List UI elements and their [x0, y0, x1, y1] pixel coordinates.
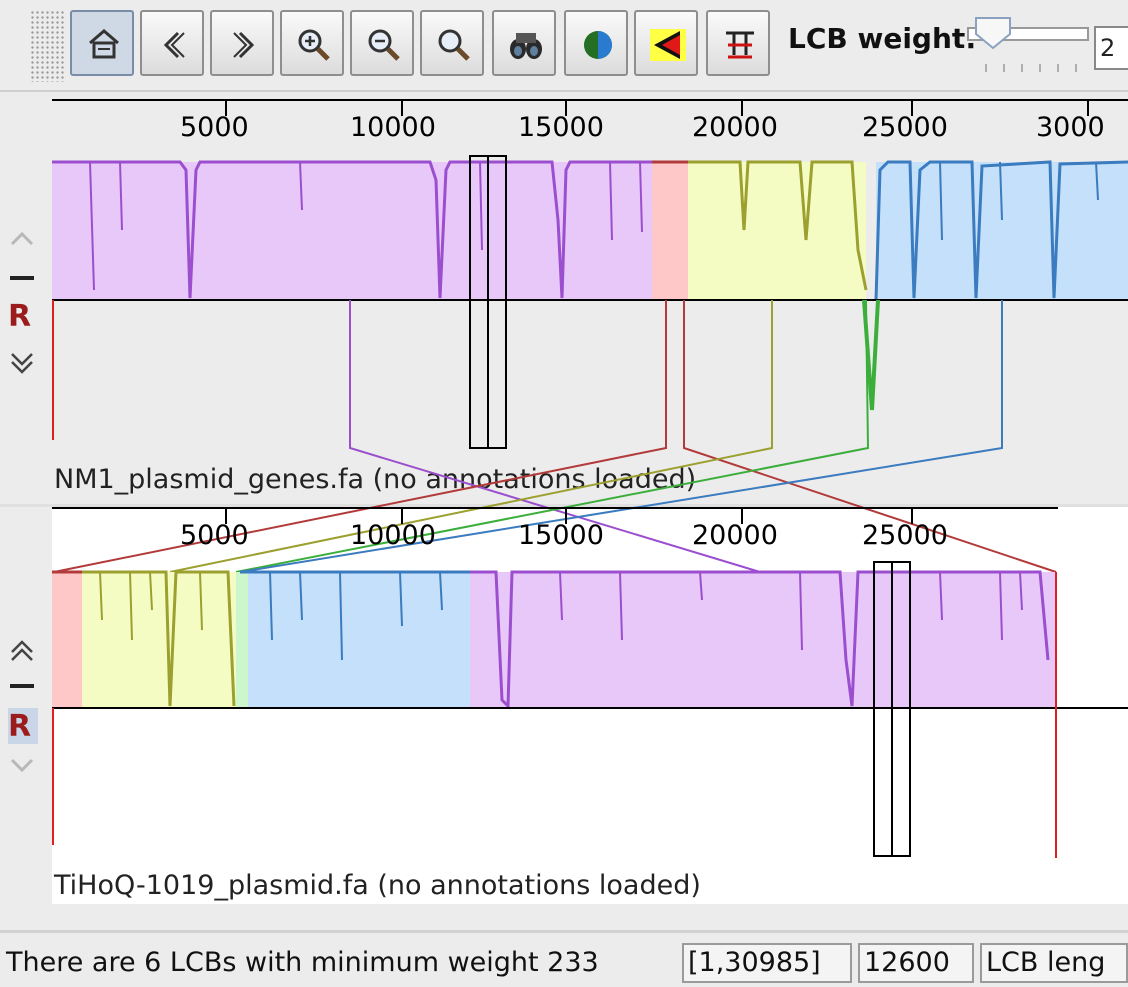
forward-button[interactable]	[210, 10, 274, 76]
genome2-tick-label: 25000	[862, 520, 948, 551]
genome2-tick-label: 10000	[350, 520, 436, 551]
chevron-up-icon[interactable]	[11, 640, 33, 661]
genome2-tick-label: 20000	[692, 520, 778, 551]
home-icon	[89, 29, 119, 59]
status-message: There are 6 LCBs with minimum weight 233	[6, 947, 599, 978]
lcb-length-field: LCB leng	[980, 943, 1128, 983]
zoom-in-button[interactable]	[280, 10, 344, 76]
lcb-weight-spinner[interactable]: 2	[1094, 26, 1128, 70]
lcb-block-purple[interactable]	[470, 572, 1056, 708]
hide-lcb-icon	[726, 31, 754, 59]
lcb-block-olive[interactable]	[688, 162, 866, 300]
chevron-down-icon[interactable]	[10, 758, 34, 773]
genome1-tick-label: 3000	[1036, 112, 1105, 143]
genome1-tick-label: 10000	[350, 112, 436, 143]
color-scheme-icon	[584, 31, 612, 59]
hide-lcb-button[interactable]	[706, 10, 770, 76]
genome1-tick-label: 25000	[862, 112, 948, 143]
lcb-weight-slider[interactable]	[966, 12, 1092, 82]
reference-marker[interactable]: R	[8, 299, 31, 334]
slider-thumb[interactable]	[975, 17, 1011, 50]
genome1-name-label: NM1_plasmid_genes.fa (no annotations loa…	[54, 464, 696, 495]
zoom-icon	[438, 29, 470, 61]
home-button[interactable]	[70, 10, 134, 76]
zoom-out-button[interactable]	[350, 10, 414, 76]
reference-marker[interactable]: R	[8, 709, 31, 744]
lcb-weight-label: LCB weight:	[788, 22, 977, 55]
genome1-tick-label: 5000	[180, 112, 249, 143]
back-button[interactable]	[140, 10, 204, 76]
status-bar: There are 6 LCBs with minimum weight 233…	[0, 930, 1128, 987]
genome2-name-label: TiHoQ-1019_plasmid.fa (no annotations lo…	[53, 870, 701, 901]
back-icon	[163, 31, 185, 59]
range-field: [1,30985]	[682, 943, 852, 983]
genome1-tick-label: 15000	[518, 112, 604, 143]
lcb-block-red[interactable]	[652, 162, 688, 300]
lcb-block-red[interactable]	[52, 572, 82, 708]
genome1-tick-label: 20000	[692, 112, 778, 143]
lcb-block-olive[interactable]	[82, 572, 236, 708]
forward-icon	[233, 31, 255, 59]
toolbar-grip[interactable]	[30, 10, 64, 82]
alignment-view: 5000 10000 15000 20000 25000 3000 NM1_pl…	[0, 92, 1128, 904]
zoom-in-icon	[298, 29, 330, 61]
zoom-button[interactable]	[420, 10, 484, 76]
find-button[interactable]	[492, 10, 556, 76]
binoculars-icon	[510, 33, 542, 59]
genome2-tick-label: 5000	[180, 520, 249, 551]
position-field: 12600	[858, 943, 974, 983]
lcb-direction-button[interactable]	[634, 10, 698, 76]
minimize-icon[interactable]	[10, 684, 34, 688]
color-scheme-button[interactable]	[564, 10, 628, 76]
minimize-icon[interactable]	[10, 276, 34, 280]
genome2-tick-label: 15000	[518, 520, 604, 551]
lcb-block-green[interactable]	[236, 572, 248, 708]
genome2-side-controls: R	[8, 640, 38, 773]
lcb-block-blue[interactable]	[248, 572, 470, 708]
zoom-out-icon	[368, 29, 400, 61]
lcb-direction-icon	[650, 29, 686, 61]
toolbar: LCB weight: 2	[0, 0, 1128, 92]
